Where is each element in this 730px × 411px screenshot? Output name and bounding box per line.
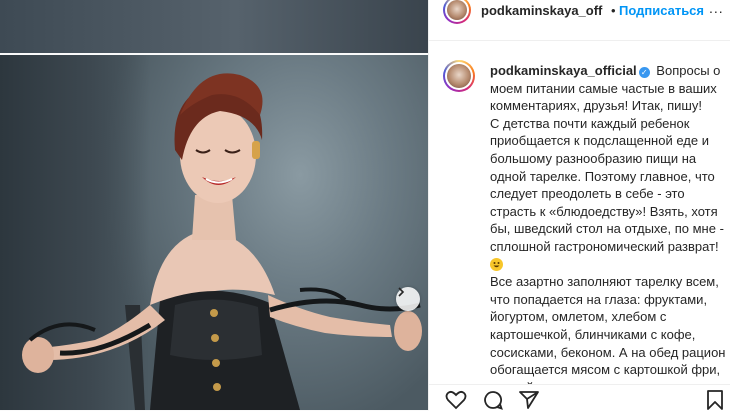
- heart-icon[interactable]: [445, 390, 467, 410]
- chevron-right-icon: [398, 287, 405, 297]
- post-caption: podkaminskaya_official ✓ Вопросы о моем п…: [490, 62, 726, 396]
- caption-username-link[interactable]: podkaminskaya_official: [490, 63, 637, 78]
- grinning-face-emoji-icon: [490, 257, 503, 271]
- previous-post-image-strip: [0, 0, 428, 53]
- post-media[interactable]: [0, 0, 428, 410]
- comment-icon[interactable]: [483, 390, 503, 410]
- more-options-button[interactable]: ...: [709, 0, 724, 16]
- caption-paragraph-3: Все азартно заполняют тарелку всем, что …: [490, 274, 726, 395]
- woman-portrait-illustration: [22, 73, 422, 410]
- author-avatar[interactable]: [443, 0, 471, 24]
- share-icon[interactable]: [519, 390, 539, 410]
- author-username-link[interactable]: podkaminskaya_off: [481, 3, 602, 18]
- bookmark-icon[interactable]: [707, 390, 723, 410]
- post-action-bar: [429, 384, 730, 411]
- caption-paragraph-2: С детства почти каждый ребенок приобщает…: [490, 115, 724, 254]
- follow-button[interactable]: Подписаться: [619, 3, 704, 18]
- post-side-panel: podkaminskaya_off • Подписаться ... podk…: [428, 0, 730, 411]
- post-photo[interactable]: [0, 55, 428, 410]
- post-header: podkaminskaya_off • Подписаться ...: [429, 0, 730, 41]
- header-separator: •: [611, 3, 616, 18]
- verified-badge-icon: ✓: [638, 67, 650, 78]
- caption-author-avatar[interactable]: [443, 60, 475, 92]
- next-image-button[interactable]: [396, 287, 420, 311]
